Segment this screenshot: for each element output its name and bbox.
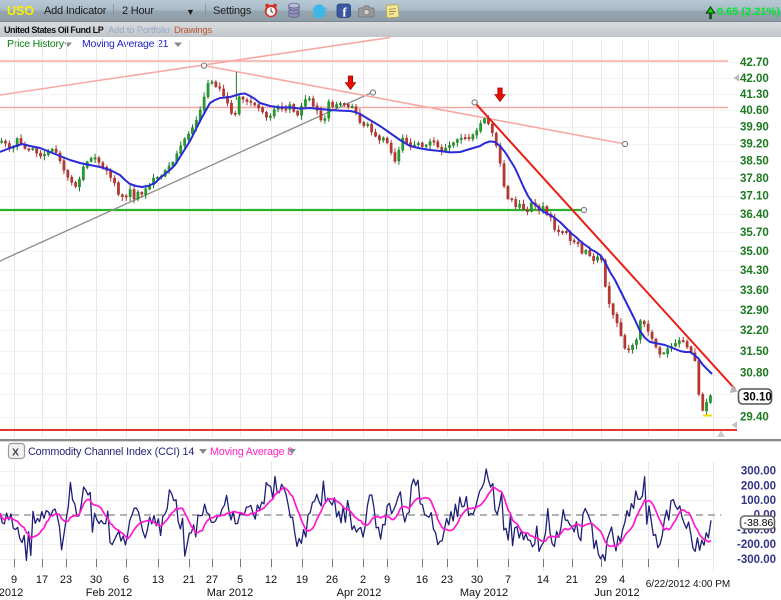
svg-text:26: 26 <box>326 574 338 586</box>
svg-text:4: 4 <box>619 574 625 586</box>
svg-text:30.10: 30.10 <box>743 392 772 404</box>
svg-text:35.70: 35.70 <box>740 227 769 239</box>
svg-text:-38.86: -38.86 <box>744 517 774 529</box>
svg-text:33.60: 33.60 <box>740 285 769 297</box>
svg-text:5: 5 <box>237 574 243 586</box>
svg-text:6: 6 <box>123 574 129 586</box>
svg-text:Mar 2012: Mar 2012 <box>207 587 253 599</box>
svg-text:100.00: 100.00 <box>741 495 776 507</box>
svg-text:29.40: 29.40 <box>740 412 769 424</box>
svg-text:12: 12 <box>265 574 277 586</box>
svg-text:2012: 2012 <box>0 587 23 599</box>
svg-text:9: 9 <box>11 574 17 586</box>
svg-text:21: 21 <box>566 574 578 586</box>
svg-text:Feb 2012: Feb 2012 <box>86 587 132 599</box>
svg-text:23: 23 <box>60 574 72 586</box>
svg-text:Apr 2012: Apr 2012 <box>337 587 382 599</box>
svg-text:30.80: 30.80 <box>740 367 769 379</box>
svg-text:41.30: 41.30 <box>740 89 769 101</box>
svg-text:37.10: 37.10 <box>740 191 769 203</box>
svg-text:38.50: 38.50 <box>740 156 769 168</box>
svg-text:300.00: 300.00 <box>741 466 776 478</box>
svg-text:Commodity Channel Index (CCI): Commodity Channel Index (CCI) 14 <box>28 446 194 458</box>
svg-text:9: 9 <box>384 574 390 586</box>
svg-text:40.60: 40.60 <box>740 105 769 117</box>
svg-text:31.50: 31.50 <box>740 346 769 358</box>
svg-text:7: 7 <box>505 574 511 586</box>
svg-text:17: 17 <box>36 574 48 586</box>
svg-text:2: 2 <box>360 574 366 586</box>
svg-text:13: 13 <box>152 574 164 586</box>
svg-text:27: 27 <box>206 574 218 586</box>
svg-text:19: 19 <box>296 574 308 586</box>
svg-text:36.40: 36.40 <box>740 209 769 221</box>
svg-text:200.00: 200.00 <box>741 480 776 492</box>
svg-text:16: 16 <box>416 574 428 586</box>
svg-text:35.00: 35.00 <box>740 246 769 258</box>
svg-text:32.90: 32.90 <box>740 305 769 317</box>
svg-text:37.80: 37.80 <box>740 173 769 185</box>
svg-text:X: X <box>12 447 19 459</box>
svg-text:-300.00: -300.00 <box>737 554 776 566</box>
svg-text:39.90: 39.90 <box>740 122 769 134</box>
svg-text:Moving Average 8: Moving Average 8 <box>210 446 293 458</box>
svg-text:42.00: 42.00 <box>740 73 769 85</box>
svg-text:Jun 2012: Jun 2012 <box>594 587 639 599</box>
svg-text:39.20: 39.20 <box>740 138 769 150</box>
svg-text:-200.00: -200.00 <box>737 539 776 551</box>
svg-text:21: 21 <box>183 574 195 586</box>
svg-text:14: 14 <box>537 574 549 586</box>
svg-text:6/22/2012 4:00 PM: 6/22/2012 4:00 PM <box>646 579 731 590</box>
svg-text:May 2012: May 2012 <box>460 587 508 599</box>
svg-text:32.20: 32.20 <box>740 325 769 337</box>
svg-text:29: 29 <box>595 574 607 586</box>
svg-text:34.30: 34.30 <box>740 265 769 277</box>
svg-text:42.70: 42.70 <box>740 57 769 69</box>
svg-text:23: 23 <box>441 574 453 586</box>
svg-text:30: 30 <box>471 574 483 586</box>
svg-text:30: 30 <box>90 574 102 586</box>
